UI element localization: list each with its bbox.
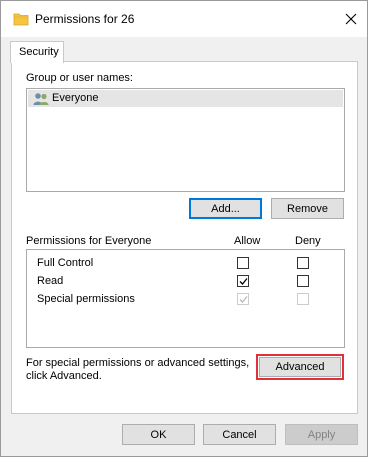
permission-name: Full Control <box>37 257 94 269</box>
close-button[interactable] <box>335 1 367 37</box>
advanced-button[interactable]: Advanced <box>256 354 344 380</box>
permission-row-read: Read <box>37 274 337 290</box>
permission-row-special: Special permissions <box>37 292 337 308</box>
allow-checkbox[interactable] <box>237 275 249 287</box>
checkmark-icon <box>239 296 248 303</box>
permission-name: Read <box>37 275 64 287</box>
deny-column-header: Deny <box>295 235 321 247</box>
cancel-button[interactable]: Cancel <box>203 424 276 445</box>
folder-icon <box>13 13 29 26</box>
add-button[interactable]: Add... <box>189 198 262 219</box>
permission-row-full-control: Full Control <box>37 256 337 272</box>
cancel-button-label: Cancel <box>222 428 257 441</box>
deny-checkbox[interactable] <box>297 275 309 287</box>
checkmark-icon <box>239 278 248 285</box>
title-bar: Permissions for 26 <box>1 1 367 37</box>
permissions-header: Permissions for Everyone <box>26 235 152 247</box>
window-title: Permissions for 26 <box>35 12 135 26</box>
advanced-hint-line1: For special permissions or advanced sett… <box>26 357 250 369</box>
security-panel: Group or user names: Everyone Add... Rem… <box>11 61 358 414</box>
allow-checkbox[interactable] <box>237 257 249 269</box>
list-item[interactable]: Everyone <box>28 90 343 107</box>
tab-security-label: Security <box>19 46 59 58</box>
permissions-list: Full Control Read Special permissions <box>26 249 345 348</box>
advanced-button-label: Advanced <box>275 361 325 373</box>
ok-button-label: OK <box>150 428 167 441</box>
remove-button[interactable]: Remove <box>271 198 344 219</box>
allow-column-header: Allow <box>234 235 261 247</box>
add-button-label: Add... <box>211 202 240 215</box>
user-name: Everyone <box>52 92 99 104</box>
apply-button[interactable]: Apply <box>285 424 358 445</box>
users-icon <box>33 93 49 105</box>
user-list[interactable]: Everyone <box>26 88 345 192</box>
permission-name: Special permissions <box>37 293 135 305</box>
remove-button-label: Remove <box>287 202 328 215</box>
ok-button[interactable]: OK <box>122 424 195 445</box>
tab-security[interactable]: Security <box>10 41 64 63</box>
allow-checkbox <box>237 293 249 305</box>
group-names-label: Group or user names: <box>26 72 133 84</box>
deny-checkbox <box>297 293 309 305</box>
close-icon <box>345 13 357 25</box>
deny-checkbox[interactable] <box>297 257 309 269</box>
apply-button-label: Apply <box>307 428 336 441</box>
advanced-hint-line2: click Advanced. <box>26 370 102 382</box>
permissions-dialog: Permissions for 26 Security Group or use… <box>0 0 368 457</box>
